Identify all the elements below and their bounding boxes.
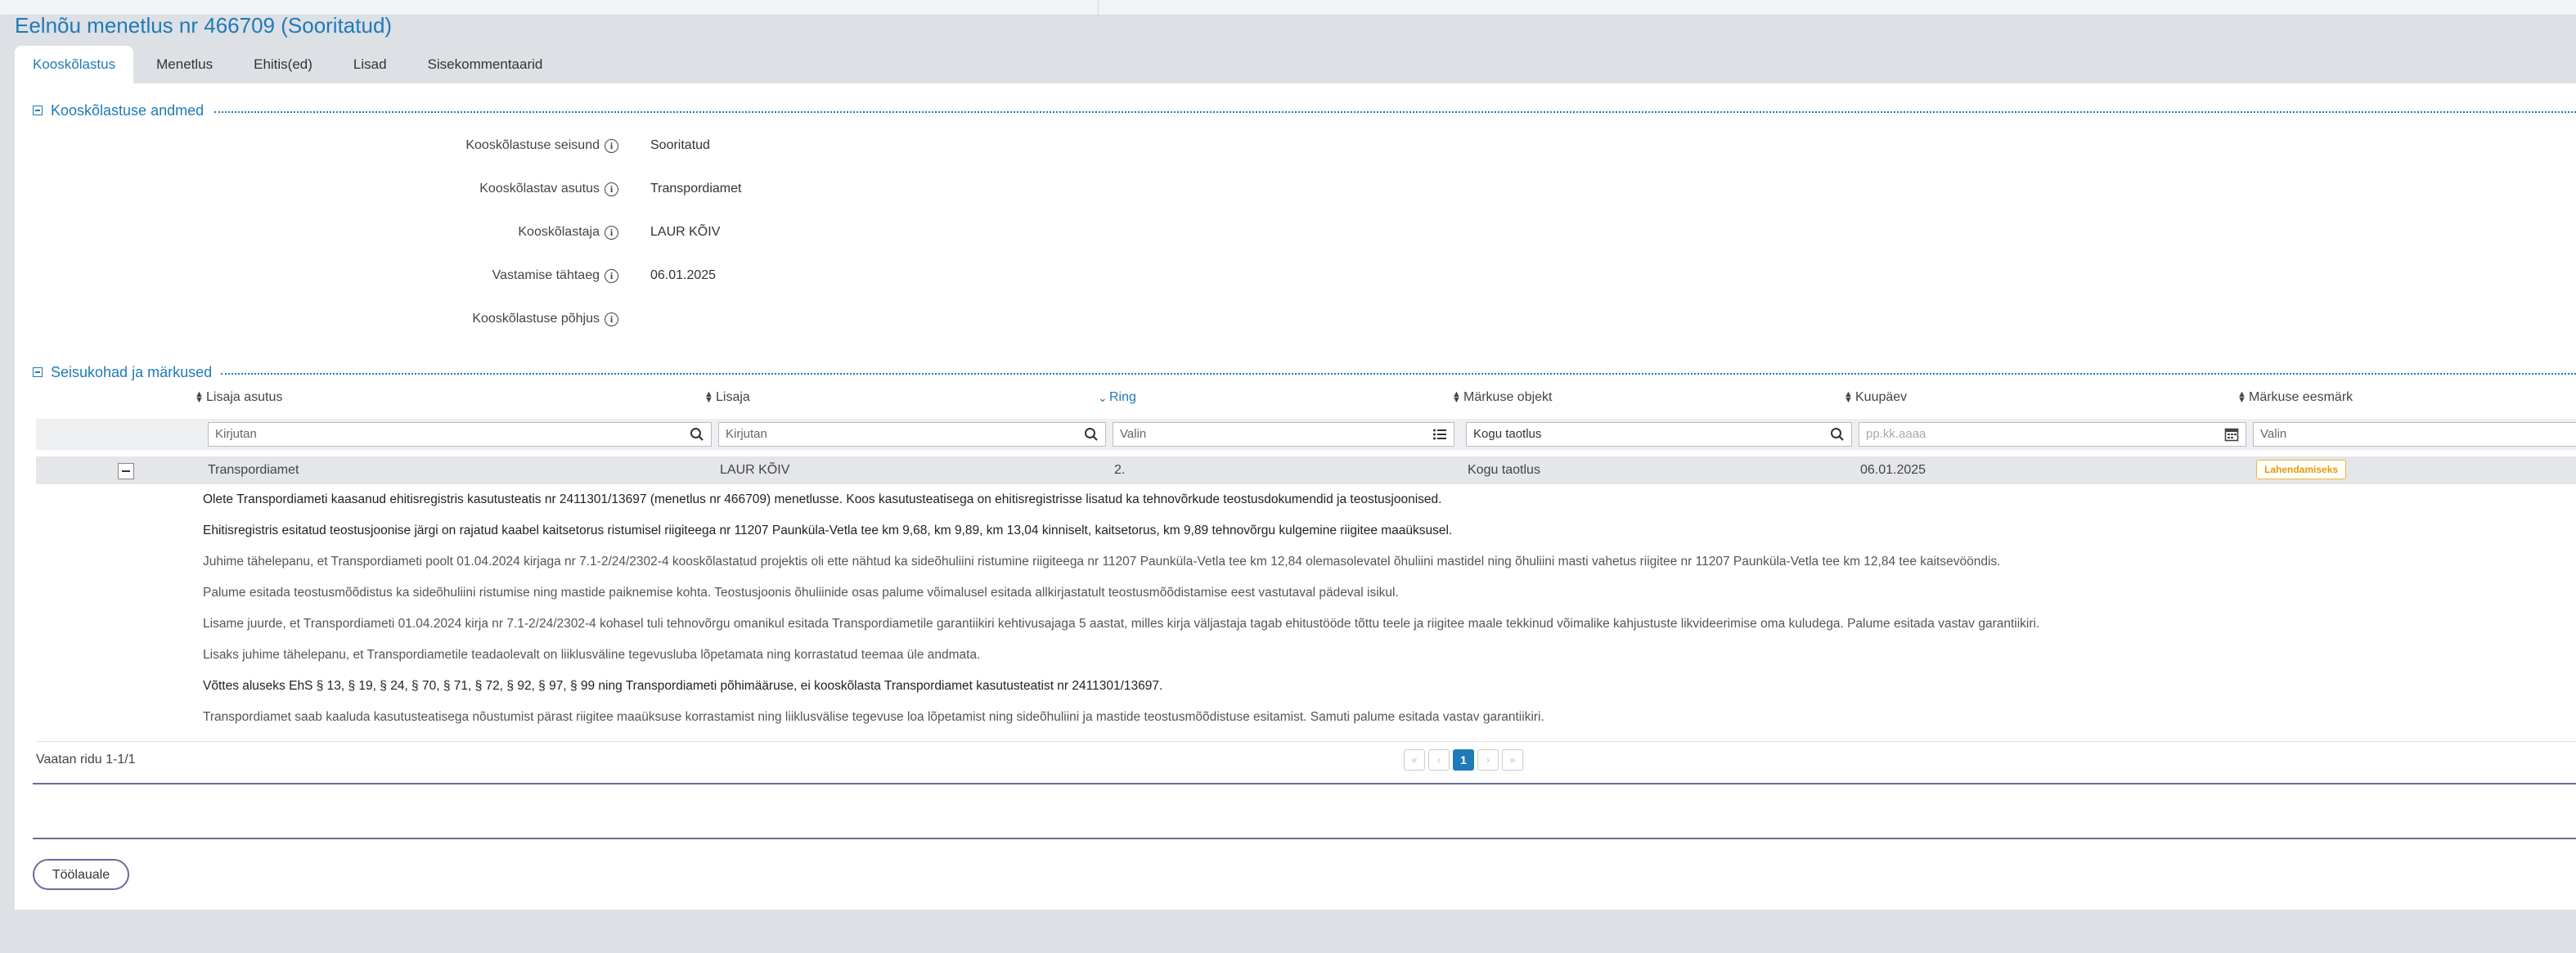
remark-paragraph: Palume esitada teostusmõõdistus ka sideõ… — [203, 586, 1399, 600]
field-value: Sooritatud — [650, 138, 710, 152]
cell-ring: 2. — [1114, 463, 1126, 477]
search-icon[interactable] — [1084, 427, 1099, 442]
back-to-dashboard-button[interactable]: Töölauale — [33, 859, 129, 890]
cell-lisaja-asutus: Transpordiamet — [208, 463, 299, 477]
field-value: LAUR KÕIV — [650, 225, 721, 239]
sort-desc-icon: ⌄ — [1098, 391, 1108, 404]
filter-lisaja-asutus-input[interactable]: Kirjutan — [208, 422, 712, 447]
cell-lisaja: LAUR KÕIV — [720, 463, 790, 477]
remark-paragraph: Transpordiamet saab kaaluda kasutusteati… — [203, 710, 1544, 724]
search-icon[interactable] — [690, 427, 704, 442]
field-label: Kooskõlastav asutus — [479, 182, 600, 196]
filter-bar: Kirjutan Kirjutan Valin Kogu taotlus pp.… — [36, 419, 2576, 450]
info-icon[interactable]: i — [605, 225, 618, 240]
field-label: Kooskõlastuse seisund — [465, 138, 600, 152]
pagination: « ‹ 1 › » — [1404, 749, 1526, 771]
page-title: Eelnõu menetlus nr 466709 (Sooritatud) — [15, 13, 393, 38]
section-title: Kooskõlastuse andmed — [51, 101, 205, 119]
column-header-markuse-objekt[interactable]: ▲ ▼ Märkuse objekt — [1452, 390, 1553, 405]
remark-paragraph: Lisaks juhime tähelepanu, et Transpordia… — [203, 648, 981, 662]
filter-lisaja-input[interactable]: Kirjutan — [718, 422, 1106, 447]
tab-ehitised[interactable]: Ehitis(ed) — [236, 46, 330, 83]
search-icon[interactable] — [1830, 427, 1845, 442]
calendar-icon[interactable] — [2224, 427, 2239, 442]
filter-markuse-objekt-input[interactable]: Kogu taotlus — [1466, 422, 1852, 447]
column-header-markuse-eesmark[interactable]: ▲ ▼ Märkuse eesmärk — [2237, 390, 2353, 405]
filter-ring-select[interactable]: Valin — [1113, 422, 1454, 447]
left-edge — [0, 15, 7, 953]
table-row[interactable]: Transpordiamet LAUR KÕIV 2. Kogu taotlus… — [36, 456, 2576, 484]
section-title: Seisukohad ja märkused — [51, 363, 213, 380]
tab-bar: Kooskõlastus Menetlus Ehitis(ed) Lisad S… — [15, 46, 565, 83]
sort-icon: ▲ ▼ — [2237, 389, 2246, 405]
section-kooskolastuse-andmed-header[interactable]: Kooskõlastuse andmed — [33, 101, 204, 119]
remark-detail: Olete Transpordiameti kaasanud ehitisreg… — [203, 484, 2559, 733]
field-label: Kooskõlastuse põhjus — [472, 312, 600, 326]
tab-sisekommentaarid[interactable]: Sisekommentaarid — [410, 46, 561, 83]
table-footer-divider — [36, 741, 2576, 742]
sort-icon: ▲ ▼ — [704, 389, 713, 405]
column-header-ring[interactable]: ⌄ Ring — [1098, 390, 1136, 405]
tab-lisad[interactable]: Lisad — [335, 46, 405, 83]
cell-markuse-objekt: Kogu taotlus — [1468, 463, 1540, 477]
info-icon[interactable]: i — [605, 138, 618, 153]
remark-paragraph: Võttes aluseks EhS § 13, § 19, § 24, § 7… — [203, 679, 1163, 693]
field-value: 06.01.2025 — [650, 268, 717, 282]
info-icon[interactable]: i — [605, 182, 618, 196]
page-button-current[interactable]: 1 — [1453, 749, 1474, 771]
collapse-row-icon[interactable] — [118, 463, 134, 479]
column-header-lisaja-asutus[interactable]: ▲ ▼ Lisaja asutus — [195, 390, 282, 405]
tab-kooskolastus[interactable]: Kooskõlastus — [15, 46, 134, 83]
section-divider — [214, 111, 2576, 113]
pager-summary: Vaatan ridu 1-1/1 — [36, 753, 136, 766]
section-seisukohad-header[interactable]: Seisukohad ja märkused — [33, 363, 212, 381]
filter-eesmark-select[interactable]: Valin — [2253, 422, 2576, 447]
field-label: Vastamise tähtaeg — [492, 268, 600, 282]
divider-line — [33, 783, 2576, 784]
remark-paragraph: Lisame juurde, et Transpordiameti 01.04.… — [203, 617, 2040, 631]
tab-menetlus[interactable]: Menetlus — [138, 46, 231, 83]
collapse-icon[interactable] — [33, 106, 43, 115]
field-label: Kooskõlastaja — [518, 225, 600, 239]
remark-paragraph: Juhime tähelepanu, et Transpordiameti po… — [203, 555, 2001, 569]
field-kooskolastaja: Kooskõlastaja i LAUR KÕIV — [15, 220, 1242, 245]
field-value: Transpordiamet — [650, 182, 742, 196]
sort-icon: ▲ ▼ — [195, 389, 204, 405]
filter-kuupaev-input[interactable]: pp.kk.aaaa — [1859, 422, 2246, 447]
first-page-button[interactable]: « — [1404, 749, 1425, 771]
remark-paragraph: Ehitisregistris esitatud teostusjoonise … — [203, 524, 1453, 537]
sort-icon: ▲ ▼ — [1844, 389, 1853, 405]
info-icon[interactable]: i — [605, 312, 618, 326]
field-kooskolastuse-seisund: Kooskõlastuse seisund i Sooritatud — [15, 133, 1242, 158]
divider-line — [33, 838, 2576, 839]
field-kooskolastav-asutus: Kooskõlastav asutus i Transpordiamet — [15, 177, 1242, 201]
section-divider — [221, 373, 2576, 375]
last-page-button[interactable]: » — [1502, 749, 1523, 771]
sort-icon: ▲ ▼ — [1452, 389, 1461, 405]
field-vastamise-tahtaeg: Vastamise tähtaeg i 06.01.2025 — [15, 263, 1242, 288]
column-header-lisaja[interactable]: ▲ ▼ Lisaja — [704, 390, 750, 405]
status-badge: Lahendamiseks — [2256, 460, 2347, 479]
collapse-icon[interactable] — [33, 367, 43, 377]
cell-kuupaev: 06.01.2025 — [1860, 463, 1926, 477]
prev-page-button[interactable]: ‹ — [1428, 749, 1450, 771]
remark-paragraph: Olete Transpordiameti kaasanud ehitisreg… — [203, 492, 1442, 506]
list-icon[interactable] — [1432, 427, 1447, 442]
main-panel: Kooskõlastuse andmed Kooskõlastuse seisu… — [15, 83, 2576, 910]
field-kooskolastuse-pohjus: Kooskõlastuse põhjus i — [15, 307, 1242, 331]
next-page-button[interactable]: › — [1477, 749, 1499, 771]
column-header-kuupaev[interactable]: ▲ ▼ Kuupäev — [1844, 390, 1907, 405]
info-icon[interactable]: i — [605, 268, 618, 283]
